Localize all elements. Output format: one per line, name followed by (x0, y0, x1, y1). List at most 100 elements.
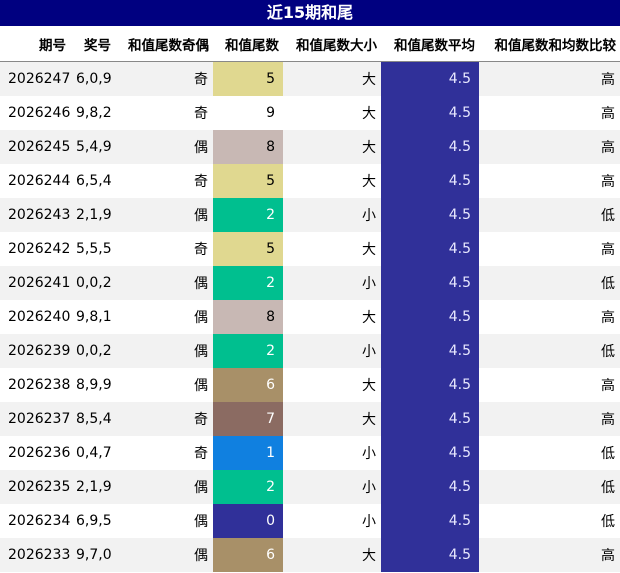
parity-cell: 奇 (115, 96, 213, 130)
table-row: 2026240 9,8,1 偶 8 大 4.5 高 (0, 300, 620, 334)
header-tail: 和值尾数 (213, 26, 283, 62)
numbers-cell: 0,0,2 (70, 266, 115, 300)
compare-cell: 高 (479, 300, 620, 334)
size-cell: 小 (283, 266, 381, 300)
average-cell: 4.5 (381, 504, 479, 538)
size-cell: 小 (283, 198, 381, 232)
compare-cell: 低 (479, 334, 620, 368)
average-cell: 4.5 (381, 334, 479, 368)
average-cell: 4.5 (381, 300, 479, 334)
tail-cell: 6 (213, 368, 283, 402)
tail-cell: 2 (213, 266, 283, 300)
numbers-cell: 2,1,9 (70, 470, 115, 504)
compare-cell: 高 (479, 164, 620, 198)
numbers-cell: 9,7,0 (70, 538, 115, 572)
average-cell: 4.5 (381, 470, 479, 504)
table-title: 近15期和尾 (0, 0, 620, 26)
parity-cell: 奇 (115, 61, 213, 96)
tail-cell: 2 (213, 470, 283, 504)
size-cell: 小 (283, 436, 381, 470)
compare-cell: 高 (479, 402, 620, 436)
table-row: 2026234 6,9,5 偶 0 小 4.5 低 (0, 504, 620, 538)
average-cell: 4.5 (381, 266, 479, 300)
table-row: 2026238 8,9,9 偶 6 大 4.5 高 (0, 368, 620, 402)
compare-cell: 低 (479, 266, 620, 300)
compare-cell: 高 (479, 130, 620, 164)
size-cell: 大 (283, 232, 381, 266)
parity-cell: 偶 (115, 300, 213, 334)
parity-cell: 奇 (115, 232, 213, 266)
compare-cell: 高 (479, 61, 620, 96)
compare-cell: 高 (479, 368, 620, 402)
size-cell: 小 (283, 334, 381, 368)
tail-cell: 5 (213, 232, 283, 266)
tail-cell: 5 (213, 164, 283, 198)
size-cell: 大 (283, 402, 381, 436)
header-period: 期号 (0, 26, 70, 62)
average-cell: 4.5 (381, 96, 479, 130)
size-cell: 小 (283, 504, 381, 538)
sum-tail-table: 期号 奖号 和值尾数奇偶 和值尾数 和值尾数大小 和值尾数平均 和值尾数和均数比… (0, 26, 620, 572)
size-cell: 大 (283, 300, 381, 334)
compare-cell: 低 (479, 436, 620, 470)
parity-cell: 偶 (115, 470, 213, 504)
size-cell: 大 (283, 538, 381, 572)
compare-cell: 低 (479, 198, 620, 232)
average-cell: 4.5 (381, 198, 479, 232)
compare-cell: 高 (479, 232, 620, 266)
table-row: 2026246 9,8,2 奇 9 大 4.5 高 (0, 96, 620, 130)
size-cell: 小 (283, 470, 381, 504)
period-cell: 2026236 (0, 436, 70, 470)
header-tail-average: 和值尾数平均 (381, 26, 479, 62)
average-cell: 4.5 (381, 436, 479, 470)
header-numbers: 奖号 (70, 26, 115, 62)
parity-cell: 偶 (115, 334, 213, 368)
average-cell: 4.5 (381, 61, 479, 96)
period-cell: 2026246 (0, 96, 70, 130)
period-cell: 2026235 (0, 470, 70, 504)
header-row: 期号 奖号 和值尾数奇偶 和值尾数 和值尾数大小 和值尾数平均 和值尾数和均数比… (0, 26, 620, 62)
numbers-cell: 6,0,9 (70, 61, 115, 96)
period-cell: 2026240 (0, 300, 70, 334)
period-cell: 2026244 (0, 164, 70, 198)
tail-cell: 8 (213, 300, 283, 334)
period-cell: 2026237 (0, 402, 70, 436)
table-row: 2026245 5,4,9 偶 8 大 4.5 高 (0, 130, 620, 164)
parity-cell: 偶 (115, 538, 213, 572)
period-cell: 2026234 (0, 504, 70, 538)
table-row: 2026244 6,5,4 奇 5 大 4.5 高 (0, 164, 620, 198)
compare-cell: 低 (479, 504, 620, 538)
period-cell: 2026242 (0, 232, 70, 266)
average-cell: 4.5 (381, 232, 479, 266)
header-tail-parity: 和值尾数奇偶 (115, 26, 213, 62)
period-cell: 2026243 (0, 198, 70, 232)
period-cell: 2026239 (0, 334, 70, 368)
numbers-cell: 5,4,9 (70, 130, 115, 164)
tail-cell: 5 (213, 61, 283, 96)
size-cell: 大 (283, 61, 381, 96)
numbers-cell: 5,5,5 (70, 232, 115, 266)
parity-cell: 偶 (115, 130, 213, 164)
table-row: 2026247 6,0,9 奇 5 大 4.5 高 (0, 61, 620, 96)
table-row: 2026242 5,5,5 奇 5 大 4.5 高 (0, 232, 620, 266)
average-cell: 4.5 (381, 164, 479, 198)
size-cell: 大 (283, 130, 381, 164)
table-row: 2026239 0,0,2 偶 2 小 4.5 低 (0, 334, 620, 368)
period-cell: 2026245 (0, 130, 70, 164)
table-row: 2026241 0,0,2 偶 2 小 4.5 低 (0, 266, 620, 300)
compare-cell: 低 (479, 470, 620, 504)
numbers-cell: 6,9,5 (70, 504, 115, 538)
parity-cell: 偶 (115, 198, 213, 232)
tail-cell: 9 (213, 96, 283, 130)
average-cell: 4.5 (381, 402, 479, 436)
tail-cell: 2 (213, 198, 283, 232)
numbers-cell: 9,8,2 (70, 96, 115, 130)
parity-cell: 偶 (115, 504, 213, 538)
table-row: 2026235 2,1,9 偶 2 小 4.5 低 (0, 470, 620, 504)
tail-cell: 6 (213, 538, 283, 572)
tail-cell: 1 (213, 436, 283, 470)
size-cell: 大 (283, 368, 381, 402)
average-cell: 4.5 (381, 368, 479, 402)
parity-cell: 奇 (115, 436, 213, 470)
tail-cell: 7 (213, 402, 283, 436)
